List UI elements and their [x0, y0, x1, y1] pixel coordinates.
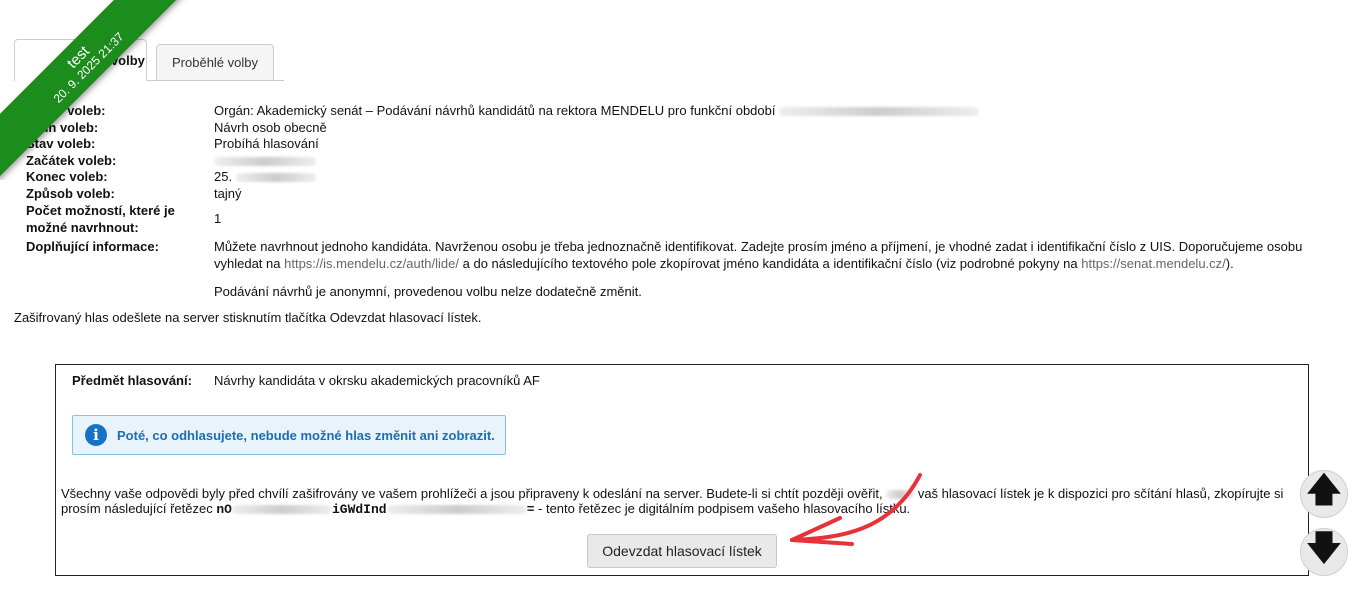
subject-value: Návrhy kandidáta v okrsku akademických p…	[214, 373, 540, 388]
hash-part-b: iGWdInd	[331, 502, 387, 517]
value-end: 25.	[214, 169, 1326, 186]
senate-link[interactable]: https://senat.mendelu.cz/	[1081, 256, 1226, 271]
value-state: Probíhá hlasování	[214, 136, 319, 151]
hash-part-a: nO	[216, 502, 232, 517]
tab-current-label: Aktuální volby	[56, 53, 145, 68]
scroll-up-button[interactable]: 🡅	[1300, 470, 1348, 518]
label-type: Druh voleb:	[26, 119, 99, 135]
row-type: Druh voleb: Návrh osob obecně	[26, 120, 1326, 137]
election-info: Název voleb: Orgán: Akademický senát – P…	[26, 103, 1326, 301]
submit-ballot-button[interactable]: Odevzdat hlasovací lístek	[587, 534, 777, 568]
info-icon: i	[85, 424, 107, 446]
label-state: Stav voleb:	[26, 136, 96, 151]
uis-people-link[interactable]: https://is.mendelu.cz/auth/lide/	[284, 256, 459, 271]
arrow-down-icon: 🡇	[1306, 528, 1342, 567]
redacted-text	[231, 505, 332, 515]
extra-text-b: a do následujícího textového pole zkopír…	[462, 255, 1078, 271]
row-options: Počet možností, které je možné navrhnout…	[26, 203, 1326, 236]
value-end-prefix: 25.	[214, 169, 233, 184]
arrow-up-icon: 🡅	[1306, 470, 1342, 509]
alert-text: Poté, co odhlasujete, nebude možné hlas …	[117, 427, 495, 443]
value-extra: Můžete navrhnout jednoho kandidáta. Navr…	[214, 239, 1326, 301]
redacted-text	[886, 490, 915, 500]
value-name-text: Orgán: Akademický senát – Podávání návrh…	[214, 103, 776, 118]
tab-past-elections[interactable]: Proběhlé volby	[156, 44, 274, 80]
label-options: Počet možností, které je možné navrhnout…	[26, 203, 175, 235]
label-extra: Doplňující informace:	[26, 239, 159, 254]
redacted-text	[235, 173, 316, 183]
row-method: Způsob voleb: tajný	[26, 186, 1326, 203]
election-tabs: Aktuální volby Proběhlé volby	[14, 39, 284, 81]
label-end: Konec voleb:	[26, 169, 108, 184]
expl-text-c: - tento řetězec je digitálním podpisem v…	[538, 501, 911, 516]
value-options: 1	[214, 211, 222, 226]
value-start	[214, 153, 1326, 170]
row-extra: Doplňující informace: Můžete navrhnout j…	[26, 239, 1326, 301]
encryption-explanation: Všechny vaše odpovědi byly před chvílí z…	[61, 486, 1301, 517]
tab-current-elections[interactable]: Aktuální volby	[14, 39, 147, 81]
expl-text-a: Všechny vaše odpovědi byly před chvílí z…	[61, 486, 883, 501]
value-type: Návrh osob obecně	[214, 119, 327, 135]
ballot-box: Předmět hlasování: Návrhy kandidáta v ok…	[55, 364, 1309, 576]
label-name: Název voleb:	[26, 103, 106, 118]
row-end: Konec voleb: 25.	[26, 169, 1326, 186]
tab-past-label: Proběhlé volby	[172, 55, 258, 70]
signature-hash[interactable]: nO iGWdInd =	[216, 502, 534, 517]
submit-note: Zašifrovaný hlas odešlete na server stis…	[14, 310, 482, 325]
redacted-text	[779, 107, 980, 117]
scroll-down-button[interactable]: 🡇	[1300, 528, 1348, 576]
row-state: Stav voleb: Probíhá hlasování	[26, 136, 1326, 153]
redacted-text	[386, 505, 527, 515]
value-name: Orgán: Akademický senát – Podávání návrh…	[214, 103, 1326, 120]
value-method: tajný	[214, 185, 242, 201]
extra-paragraph-2: Podávání návrhů je anonymní, provedenou …	[214, 284, 642, 299]
extra-text-c: ).	[1225, 255, 1234, 271]
hash-part-c: =	[526, 502, 535, 517]
row-name: Název voleb: Orgán: Akademický senát – P…	[26, 103, 1326, 120]
ballot-subject: Předmět hlasování: Návrhy kandidáta v ok…	[72, 373, 540, 388]
redacted-text	[214, 156, 316, 166]
warning-alert: i Poté, co odhlasujete, nebude možné hla…	[72, 415, 506, 455]
label-method: Způsob voleb:	[26, 185, 115, 201]
row-start: Začátek voleb:	[26, 153, 1326, 170]
label-start: Začátek voleb:	[26, 152, 117, 168]
subject-label: Předmět hlasování:	[72, 373, 192, 388]
extra-paragraph-1: Můžete navrhnout jednoho kandidáta. Navr…	[214, 239, 1326, 272]
